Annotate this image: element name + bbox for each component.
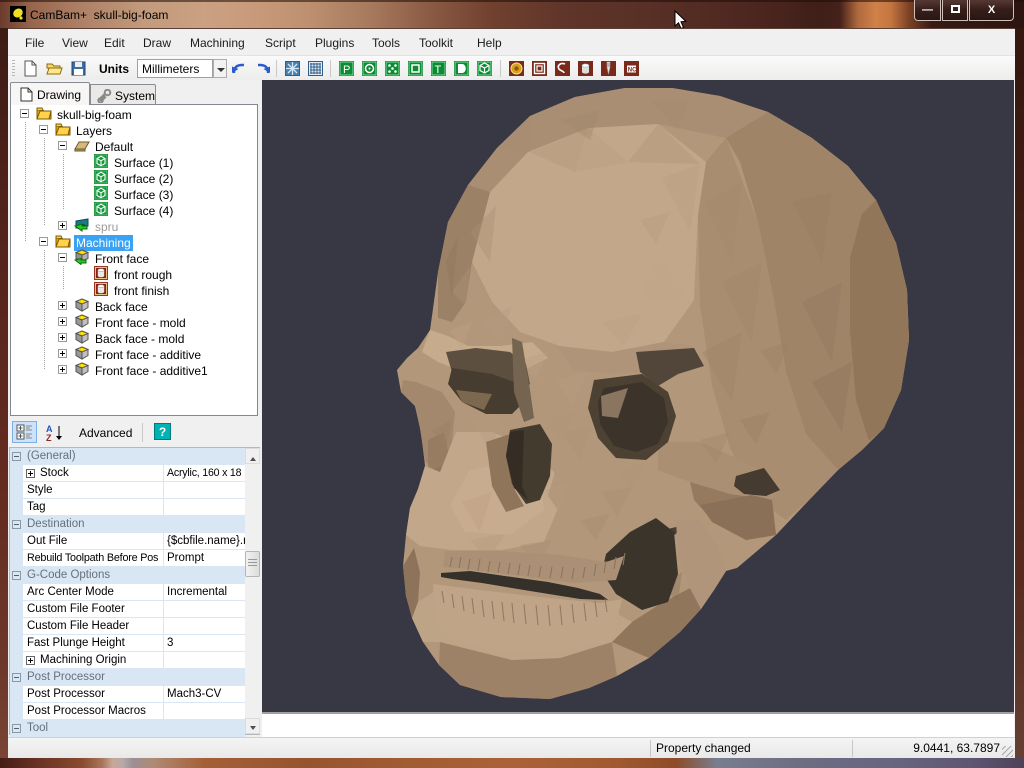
svg-text:P: P — [343, 64, 350, 76]
svg-text:T: T — [435, 64, 442, 76]
svg-text:Z: Z — [46, 433, 52, 442]
svg-text:NC: NC — [628, 68, 637, 74]
